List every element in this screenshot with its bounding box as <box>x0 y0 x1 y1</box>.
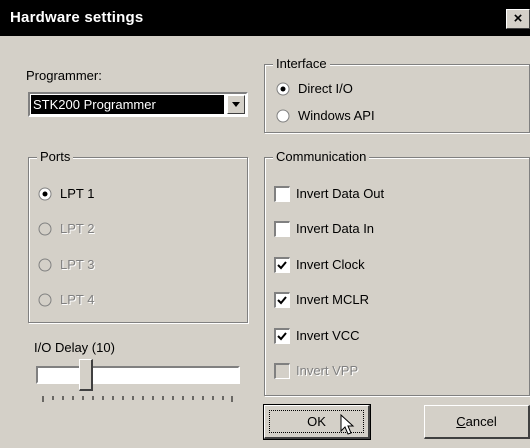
radio-label-windows-api: Windows API <box>298 108 375 123</box>
communication-legend: Communication <box>273 149 370 164</box>
radio-unselected-icon <box>38 258 52 272</box>
interface-legend: Interface <box>273 56 330 71</box>
radio-label-lpt3: LPT 3 <box>60 257 95 272</box>
io-delay-label: I/O Delay (10) <box>34 340 115 355</box>
io-delay-slider-track[interactable] <box>36 366 240 384</box>
radio-unselected-icon <box>38 293 52 307</box>
radio-label-lpt4: LPT 4 <box>60 292 95 307</box>
radio-label-lpt2: LPT 2 <box>60 221 95 236</box>
radio-unselected-icon <box>276 109 290 123</box>
checkbox-unchecked-icon <box>274 221 290 237</box>
checkbox-label-invert-mclr: Invert MCLR <box>296 292 369 307</box>
radio-unselected-icon <box>38 222 52 236</box>
close-button[interactable]: × <box>506 9 530 29</box>
slider-ticks <box>42 396 233 402</box>
radio-selected-icon <box>38 187 52 201</box>
programmer-selected-value: STK200 Programmer <box>31 95 224 114</box>
close-icon: × <box>513 10 523 27</box>
checkbox-checked-icon <box>274 257 290 273</box>
title-bar: Hardware settings × <box>0 0 530 36</box>
checkbox-checked-icon <box>274 292 290 308</box>
checkbox-unchecked-icon <box>274 186 290 202</box>
checkbox-checked-icon <box>274 328 290 344</box>
cancel-label-rest: ancel <box>465 414 497 429</box>
ports-legend: Ports <box>37 149 74 164</box>
mouse-cursor-icon <box>340 414 355 435</box>
programmer-label: Programmer: <box>26 68 102 83</box>
cancel-button-label: Cancel <box>456 414 496 429</box>
checkbox-label-invert-vpp: Invert VPP <box>296 363 359 378</box>
cancel-accelerator: C <box>456 414 466 429</box>
chevron-down-icon <box>232 102 240 107</box>
radio-selected-icon <box>276 82 290 96</box>
checkbox-label-invert-vcc: Invert VCC <box>296 328 360 343</box>
checkbox-disabled-icon <box>274 363 290 379</box>
io-delay-slider-thumb[interactable] <box>79 359 93 391</box>
programmer-select[interactable]: STK200 Programmer <box>28 92 248 117</box>
cancel-button[interactable]: Cancel <box>424 405 530 439</box>
checkmark-icon <box>277 261 287 270</box>
checkmark-icon <box>277 332 287 341</box>
checkmark-icon <box>277 296 287 305</box>
dropdown-button[interactable] <box>227 95 245 114</box>
checkbox-label-invert-clock: Invert Clock <box>296 257 365 272</box>
radio-label-lpt1: LPT 1 <box>60 186 95 201</box>
window-title: Hardware settings <box>10 9 144 26</box>
radio-label-direct-io: Direct I/O <box>298 81 353 96</box>
checkbox-label-invert-data-out: Invert Data Out <box>296 186 385 201</box>
checkbox-label-invert-data-in: Invert Data In <box>296 221 375 236</box>
